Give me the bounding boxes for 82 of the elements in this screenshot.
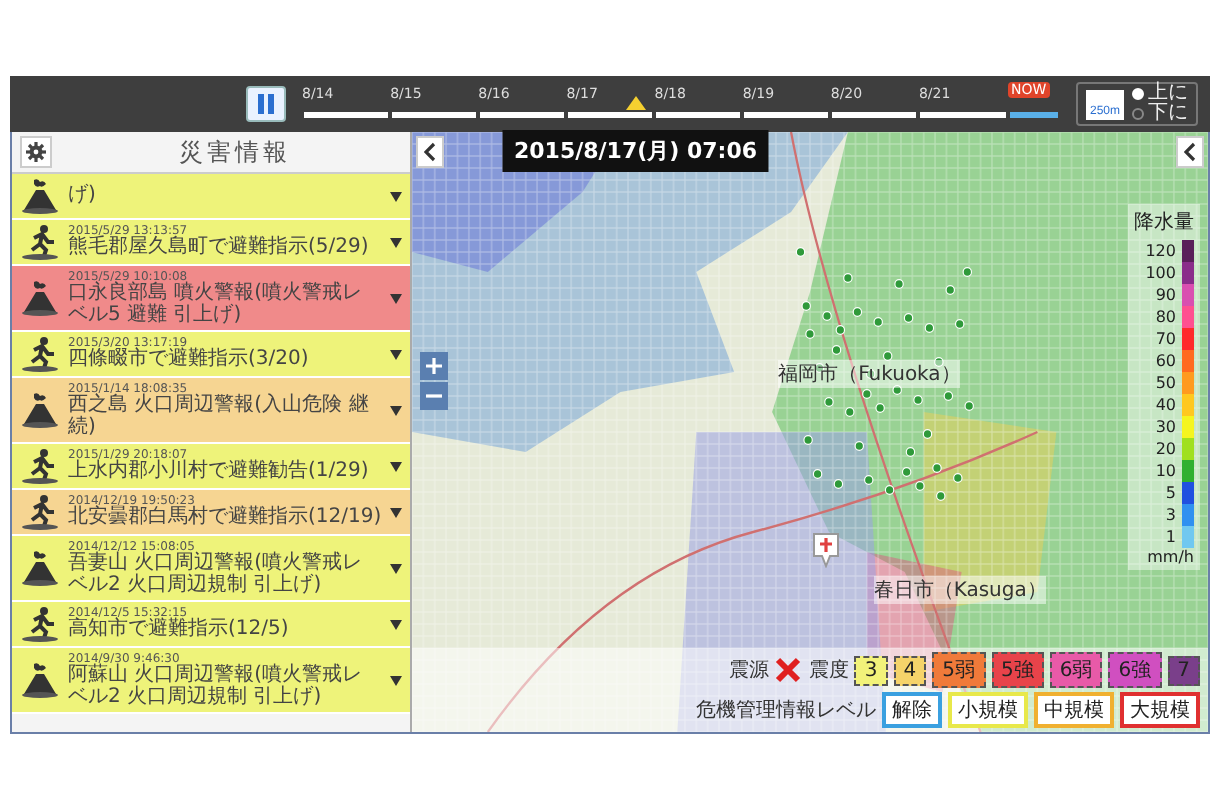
pause-button[interactable] [246,86,286,122]
legend-value: 60 [1155,350,1176,372]
legend-value: 100 [1145,262,1176,284]
caret-icon [390,461,402,471]
intensity-swatch: 6弱 [1049,652,1103,688]
cross-icon [774,656,803,684]
caret-icon [390,675,402,685]
layer-radio[interactable]: 上に [1132,84,1188,104]
item-title: 高知市で避難指示(12/5) [68,620,291,642]
intensity-swatch: 5強 [991,652,1044,688]
running-person-icon [20,606,60,642]
pause-icon [256,94,276,114]
volcano-icon [20,280,60,316]
item-title: 口永良部島 噴火警報(噴火警戒レベル5 避難 引上げ) [68,284,365,326]
legend-value: 1 [1165,526,1176,548]
settings-button[interactable] [20,136,52,168]
chevron-left-icon [424,142,436,162]
time-marker[interactable] [625,96,646,110]
caret-icon [390,405,402,415]
legend-label: 震度 [808,657,849,684]
legend-value: 10 [1155,460,1176,482]
current-time-label: 2015/8/17(月) 07:06 [502,130,769,172]
chevron-left-icon [1184,142,1196,162]
volcano-icon [20,662,60,698]
collapse-sidebar-button[interactable] [416,136,444,168]
item-title: 吾妻山 火口周辺警報(噴火警戒レベル2 火口周辺規制 引上げ) [68,554,365,596]
place-label: 福岡市（Fukuoka） [778,360,961,388]
legend-value: 40 [1155,394,1176,416]
crisis-level-swatch: 中規模 [1034,692,1114,728]
volcano-icon [20,392,60,428]
place-label: 春日市（Kasuga） [873,576,1047,604]
legend-label: 危機管理情報レベル [696,697,876,724]
caret-icon [390,191,402,201]
caret-icon [390,619,402,629]
collapse-button[interactable] [1176,136,1204,168]
zoom-out-button[interactable] [420,382,448,410]
plus-icon [426,358,442,374]
running-person-icon [20,448,60,484]
legend-unit: mm/h [1147,548,1194,566]
legend-value: 5 [1165,482,1176,504]
caret-icon [390,507,402,517]
caret-icon [390,349,402,359]
layer-radio[interactable]: 下に [1132,104,1188,124]
minus-icon [426,388,442,404]
item-title: 西之島 火口周辺警報(入山危険 継続) [68,396,371,438]
sidebar-title: 災害情報 [177,135,293,169]
volcano-icon [20,550,60,586]
caret-icon [390,237,402,247]
legend-value: 70 [1155,328,1176,350]
intensity-swatch: 3 [854,655,888,685]
radio-label: 上に [1148,84,1188,104]
item-title: 四條畷市で避難指示(3/20) [68,350,311,372]
legend-value: 30 [1155,416,1176,438]
intensity-swatch: 6強 [1108,652,1162,688]
item-title: 上水内郡小川村で避難勧告(1/29) [68,462,371,484]
legend-value: 50 [1155,372,1176,394]
zoom-in-button[interactable] [420,352,448,380]
volcano-icon [20,178,60,214]
radio-label: 下に [1148,104,1188,124]
running-person-icon [20,494,60,530]
settings-icon [26,142,46,162]
item-title: 阿蘇山 火口周辺警報(噴火警戒レベル2 火口周辺規制 引上げ) [68,666,365,708]
legend-title: 降水量 [1134,209,1194,236]
item-title: 熊毛郡屋久島町で避難指示(5/29) [68,238,371,260]
map-pin-icon [812,532,840,568]
caret-icon [390,293,402,303]
disaster-item[interactable]: げ) [12,174,410,220]
crisis-level-swatch: 大規模 [1120,692,1200,728]
running-person-icon [20,224,60,260]
caret-icon [390,563,402,573]
legend-value: 90 [1155,284,1176,306]
legend-value: 3 [1165,504,1176,526]
legend-value: 20 [1155,438,1176,460]
crisis-level-swatch: 解除 [882,692,942,728]
intensity-swatch: 5弱 [932,652,985,688]
legend-value: 80 [1155,306,1176,328]
item-title: げ) [68,185,98,207]
running-person-icon [20,336,60,372]
legend-label: 震源 [728,658,769,684]
item-title: 北安曇郡白馬村で避難指示(12/19) [68,508,382,530]
legend-value: 120 [1145,240,1176,262]
crisis-level-swatch: 小規模 [948,692,1028,728]
